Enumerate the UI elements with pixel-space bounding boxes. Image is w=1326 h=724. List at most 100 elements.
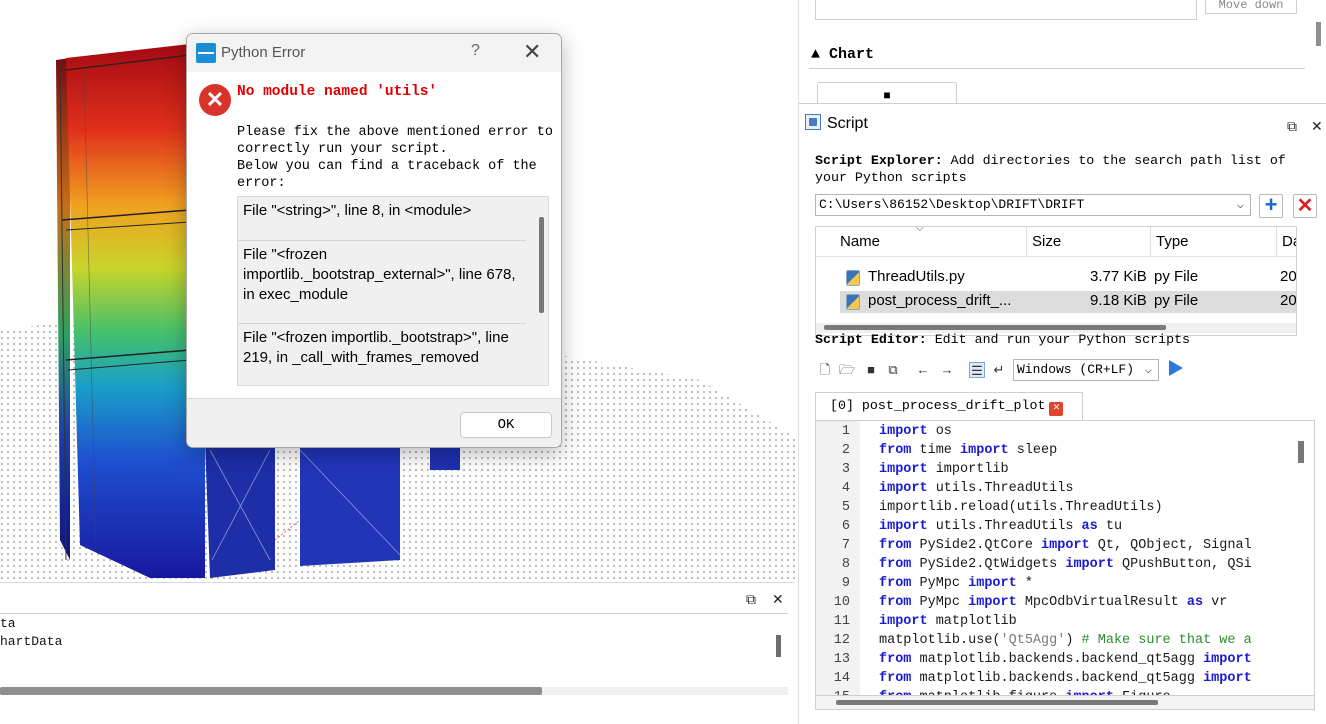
dialog-title: Python Error	[221, 44, 306, 61]
code-line[interactable]: 11 import matplotlib	[816, 612, 1306, 631]
code-text: from matplotlib.backends.backend_qt5agg …	[879, 669, 1252, 688]
console-output[interactable]: ta hartData	[0, 613, 788, 665]
console-horizontal-scrollbar-thumb[interactable]	[0, 687, 542, 695]
code-token: matplotlib	[927, 614, 1017, 629]
code-line[interactable]: 5 importlib.reload(utils.ThreadUtils)	[816, 498, 1306, 517]
close-icon[interactable]: ✕	[523, 39, 541, 65]
chart-section-toggle[interactable]: ▲ Chart	[811, 46, 874, 63]
code-keyword: import	[1065, 557, 1114, 572]
code-horizontal-scrollbar[interactable]	[815, 696, 1315, 710]
traceback-scrollbar[interactable]	[539, 217, 544, 313]
table-row[interactable]: ThreadUtils.py 3.77 KiB py File 20	[840, 267, 1296, 289]
search-path-value: C:\Users\86152\Desktop\DRIFT\DRIFT	[819, 197, 1085, 212]
save-chart-button[interactable]: ■	[817, 82, 957, 104]
help-icon[interactable]: ?	[471, 42, 480, 60]
column-header-name[interactable]: Name	[840, 233, 880, 250]
code-token: importlib	[927, 462, 1009, 477]
line-number: 9	[841, 576, 850, 591]
new-file-icon[interactable]: 🗋	[817, 362, 833, 378]
code-text: from PyMpc import MpcOdbVirtualResult as…	[879, 593, 1227, 612]
list-field[interactable]	[815, 0, 1197, 20]
chevron-down-icon[interactable]: ⌵	[1237, 195, 1244, 215]
column-header-size[interactable]: Size	[1032, 233, 1061, 250]
code-keyword: as	[1186, 595, 1204, 610]
code-token: tu	[1097, 519, 1123, 534]
code-line[interactable]: 12 matplotlib.use('Qt5Agg') # Make sure t…	[816, 631, 1306, 650]
code-line[interactable]: 1 import os	[816, 422, 1306, 441]
code-line[interactable]: 14 from matplotlib.backends.backend_qt5ag…	[816, 669, 1306, 688]
line-ending-select[interactable]: Windows (CR+LF) ⌵	[1013, 359, 1159, 381]
code-line[interactable]: 13 from matplotlib.backends.backend_qt5ag…	[816, 650, 1306, 669]
remove-directory-button[interactable]: ✕	[1293, 194, 1317, 218]
code-keyword: import	[879, 481, 928, 496]
move-down-button[interactable]: Move down	[1205, 0, 1297, 14]
open-folder-icon[interactable]: 🗁	[839, 362, 855, 378]
code-line[interactable]: 15 from matplotlib.figure import Figure	[816, 688, 1306, 695]
code-text: from matplotlib.figure import Figure	[879, 688, 1171, 695]
indent-icon[interactable]: ☰	[969, 362, 985, 378]
code-line[interactable]: 10 from PyMpc import MpcOdbVirtualResult …	[816, 593, 1306, 612]
line-number: 15	[816, 688, 850, 695]
error-heading: No module named 'utils'	[237, 84, 438, 100]
code-line[interactable]: 7 from PySide2.QtCore import Qt, QObject,…	[816, 536, 1306, 555]
code-line[interactable]: 2 from time import sleep	[816, 441, 1306, 460]
script-icon	[805, 114, 821, 130]
code-horizontal-scrollbar-thumb[interactable]	[836, 700, 1158, 705]
console-vertical-scrollbar[interactable]	[776, 635, 781, 657]
editor-tab[interactable]: [0] post_process_drift_plot ✕	[815, 392, 1083, 420]
code-token: utils.ThreadUtils	[927, 519, 1082, 534]
code-text: import importlib	[879, 460, 1009, 479]
panel-vertical-scrollbar[interactable]	[1316, 22, 1321, 46]
file-size: 9.18 KiB	[1090, 292, 1147, 309]
chart-settings-panel: Move down ▲ Chart ■	[799, 0, 1326, 104]
code-line[interactable]: 6 import utils.ThreadUtils as tu	[816, 517, 1306, 536]
file-type: py File	[1154, 292, 1199, 309]
code-line[interactable]: 4 import utils.ThreadUtils	[816, 479, 1306, 498]
tab-close-icon[interactable]: ✕	[1049, 402, 1064, 416]
code-token: time	[911, 443, 961, 458]
search-path-combobox[interactable]: C:\Users\86152\Desktop\DRIFT\DRIFT ⌵	[815, 194, 1251, 216]
file-type: py File	[1154, 268, 1199, 285]
traceback-text: File "<frozen importlib._bootstrap>", li…	[243, 329, 509, 366]
chevron-down-icon[interactable]: ⌵	[1145, 360, 1152, 380]
table-row-selected[interactable]: post_process_drift_... 9.18 KiB py File …	[840, 291, 1296, 313]
dialog-titlebar[interactable]: Python Error ? ✕	[187, 34, 561, 72]
python-error-dialog: Python Error ? ✕ ✕ No module named 'util…	[186, 33, 562, 448]
save-icon[interactable]: ■	[863, 362, 879, 378]
code-text: import os	[879, 422, 952, 441]
column-divider	[1276, 227, 1277, 257]
add-directory-button[interactable]: +	[1259, 194, 1283, 218]
undo-arrow-icon[interactable]: ←	[915, 362, 931, 378]
code-text: import matplotlib	[879, 612, 1017, 631]
line-wrap-icon[interactable]: ↵	[991, 362, 1007, 378]
console-close-icon[interactable]: ✕	[772, 591, 784, 608]
redo-arrow-icon[interactable]: →	[939, 362, 955, 378]
code-text: import utils.ThreadUtils as tu	[879, 517, 1122, 536]
code-keyword: from	[879, 595, 912, 610]
code-token: PyMpc	[911, 595, 969, 610]
code-editor[interactable]: 1 import os 2 from time import sleep 3 import…	[815, 420, 1315, 696]
line-number: 5	[841, 500, 850, 515]
run-script-icon[interactable]	[1169, 360, 1183, 376]
code-string: 'Qt5Agg'	[1000, 633, 1066, 648]
traceback-list[interactable]: File "<string>", line 8, in <module> Fil…	[237, 196, 549, 386]
code-line[interactable]: 8 from PySide2.QtWidgets import QPushButt…	[816, 555, 1306, 574]
console-float-icon[interactable]: ⧉	[746, 591, 756, 608]
column-header-type[interactable]: Type	[1156, 233, 1189, 250]
save-as-icon[interactable]: ⧉	[885, 362, 901, 378]
file-size: 3.77 KiB	[1090, 268, 1147, 285]
script-editor-label: Script Editor:	[815, 332, 927, 347]
code-token: matplotlib.backends.backend_qt5agg	[911, 652, 1204, 667]
code-text: from PySide2.QtWidgets import QPushButto…	[879, 555, 1252, 574]
table-horizontal-scrollbar-thumb[interactable]	[824, 325, 1166, 330]
ok-button[interactable]: OK	[460, 412, 552, 438]
code-line[interactable]: 9 from PyMpc import *	[816, 574, 1306, 593]
code-line[interactable]: 3 import importlib	[816, 460, 1306, 479]
script-close-icon[interactable]: ✕	[1311, 118, 1323, 135]
code-keyword: import	[960, 443, 1009, 458]
code-text: import utils.ThreadUtils	[879, 479, 1073, 498]
column-header-date[interactable]: Da	[1282, 233, 1296, 250]
editor-toolbar: 🗋 🗁 ■ ⧉ ← → ☰ ↵ Windows (CR+LF) ⌵	[815, 358, 1315, 382]
script-float-icon[interactable]: ⧉	[1287, 118, 1297, 135]
code-token: Qt, QObject, Signal	[1089, 538, 1252, 553]
